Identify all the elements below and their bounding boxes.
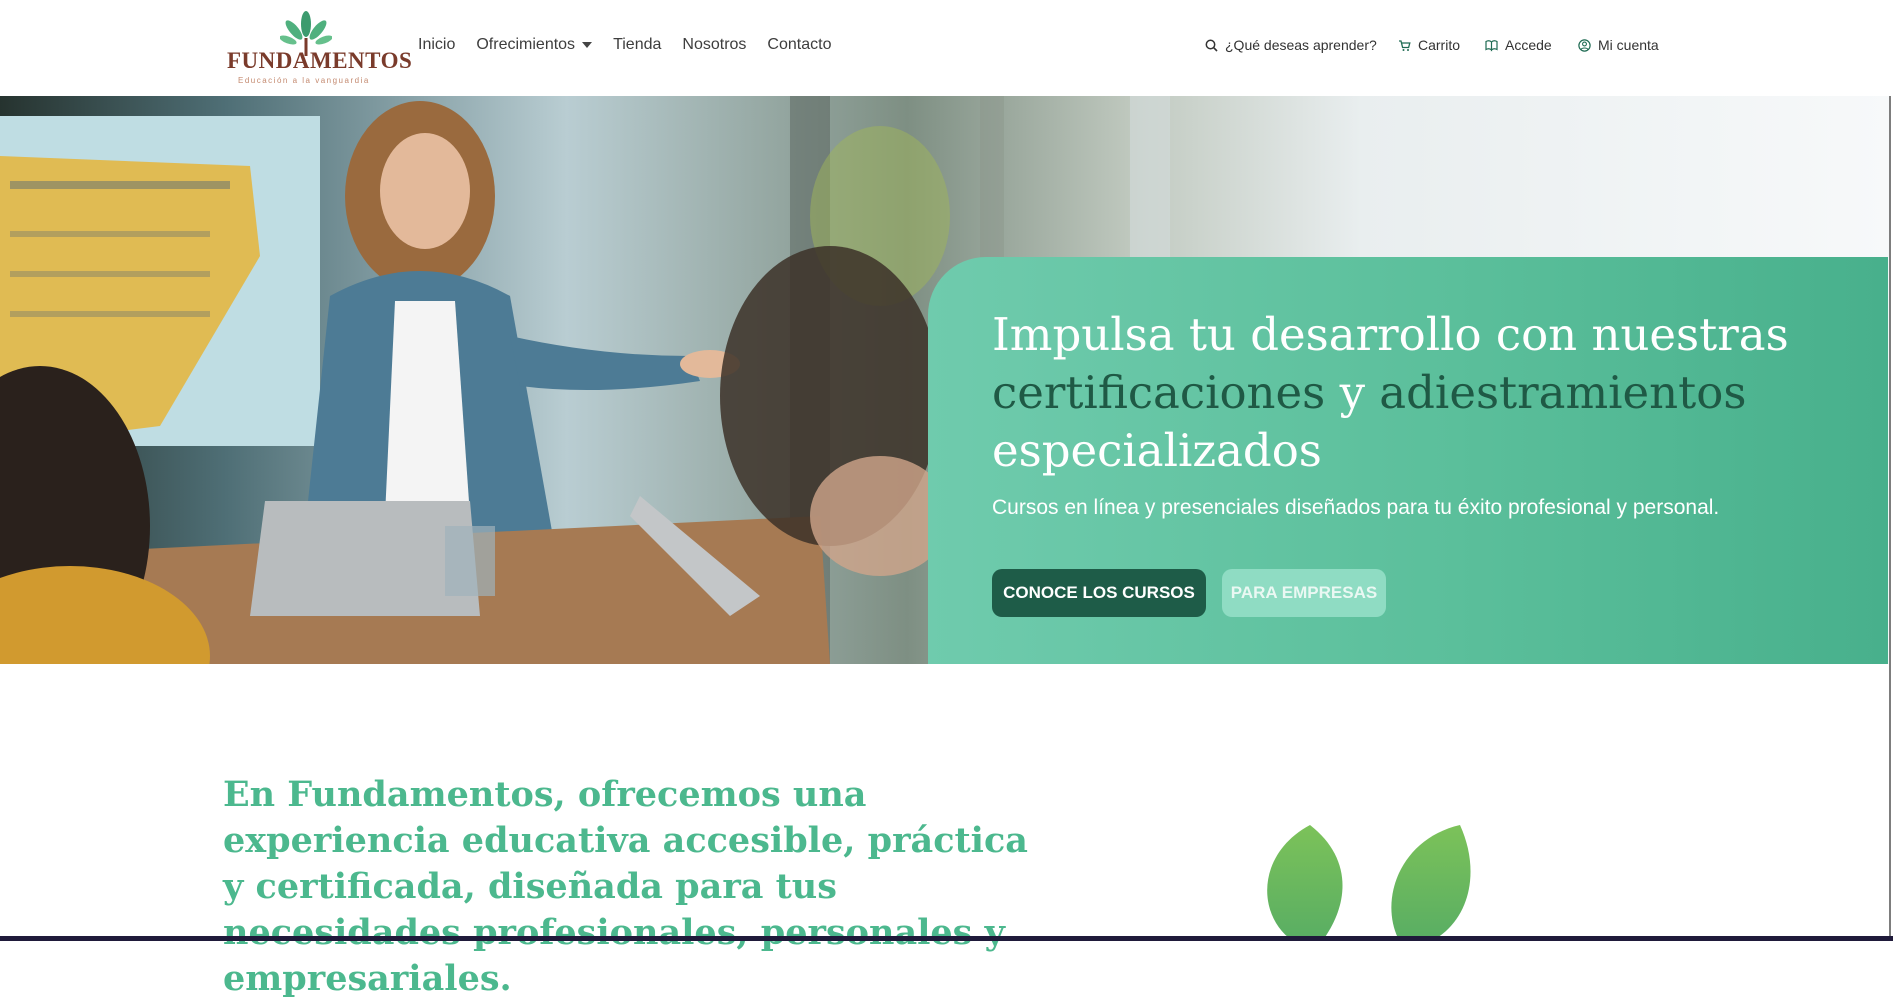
leaf-illustration-icon (1267, 825, 1471, 941)
login-link[interactable]: Accede (1485, 37, 1552, 53)
cart-link[interactable]: Carrito (1398, 37, 1460, 53)
intro-text: En Fundamentos, ofrecemos una experienci… (223, 774, 1028, 999)
business-button[interactable]: PARA EMPRESAS (1222, 569, 1386, 617)
hero-title-text: Impulsa tu desarrollo con nuestras (992, 308, 1789, 361)
user-icon (1578, 38, 1591, 52)
search-icon (1205, 39, 1218, 52)
account-label: Mi cuenta (1598, 37, 1659, 53)
login-label: Accede (1505, 37, 1552, 53)
site-header: FUNDAMENTOS Educación a la vanguardia In… (0, 0, 1893, 96)
hero-title-text: especializados (992, 424, 1322, 477)
brand-wordmark: FUNDAMENTOS (227, 48, 413, 73)
book-icon (1485, 39, 1498, 51)
hero-subtitle: Cursos en línea y presenciales diseñados… (992, 496, 1720, 519)
cart-label: Carrito (1418, 37, 1461, 53)
courses-button[interactable]: CONOCE LOS CURSOS (992, 569, 1206, 617)
hero-title-highlight: adiestramientos (1379, 366, 1747, 419)
nav-item-ofrecimientos[interactable]: Ofrecimientos (476, 36, 593, 54)
account-link[interactable]: Mi cuenta (1578, 37, 1659, 53)
caret-down-icon (582, 42, 593, 48)
brand-logo[interactable]: FUNDAMENTOS Educación a la vanguardia (224, 10, 412, 85)
cart-icon (1399, 39, 1411, 51)
scrollbar-track[interactable] (1889, 96, 1891, 936)
nav-item-nosotros[interactable]: Nosotros (682, 36, 746, 54)
hero-title-highlight: certificaciones (992, 366, 1326, 419)
search-label: ¿Qué deseas aprender? (1225, 37, 1377, 53)
nav-label: Nosotros (682, 36, 747, 53)
hero-title-text: y (1325, 366, 1380, 419)
nav-label: Tienda (613, 36, 662, 53)
search-link[interactable]: ¿Qué deseas aprender? (1205, 37, 1377, 53)
nav-item-inicio[interactable]: Inicio (418, 36, 455, 54)
brand-tagline: Educación a la vanguardia (238, 76, 370, 85)
nav-item-contacto[interactable]: Contacto (767, 36, 831, 54)
nav-label: Ofrecimientos (476, 36, 576, 53)
nav-label: Contacto (767, 36, 832, 53)
bottom-bar (0, 936, 1893, 941)
hero-title: Impulsa tu desarrollo con nuestras certi… (992, 306, 1812, 480)
nav-item-tienda[interactable]: Tienda (613, 36, 661, 54)
main-nav: Inicio Ofrecimientos Tienda Nosotros Con… (418, 36, 852, 54)
nav-label: Inicio (418, 36, 456, 53)
